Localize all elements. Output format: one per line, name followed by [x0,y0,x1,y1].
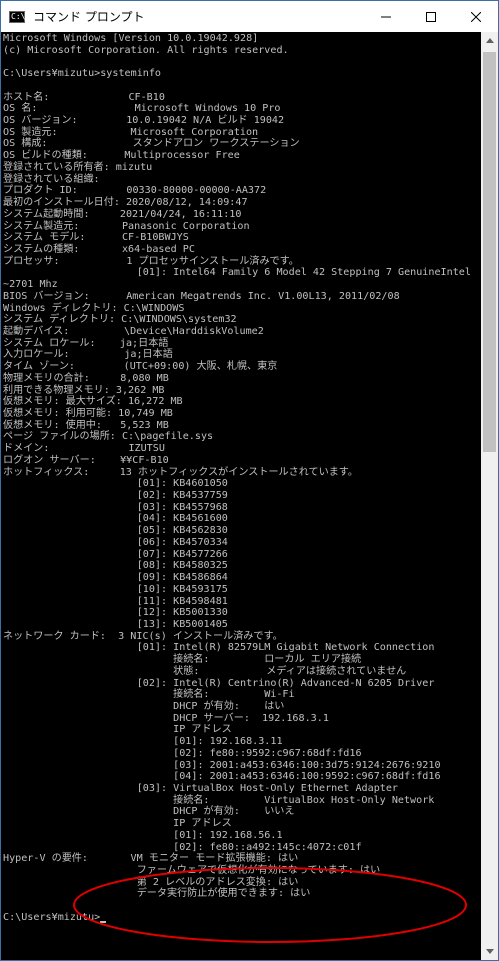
window-controls [363,1,498,32]
console-line: [12]: KB5001330 [3,607,228,619]
console-line: 起動デバイス: \Device\HarddiskVolume2 [3,325,264,337]
console-line: [03]: 2001:a453:6346:100:3d75:9124:2676:… [3,759,441,771]
console-line: [01]: Intel64 Family 6 Model 42 Stepping… [3,267,471,279]
console-line: IP アドレス [3,818,232,830]
console-line: ホスト名: CF-B10 [3,91,165,103]
console-line: [09]: KB4586864 [3,572,228,584]
console-line: OS 製造元: Microsoft Corporation [3,126,259,138]
console-line: システム起動時間: 2021/04/24, 16:11:10 [3,208,242,220]
console-line: (c) Microsoft Corporation. All rights re… [3,44,289,56]
console-line: システム製造元: Panasonic Corporation [3,220,250,232]
console-line: システム ロケール: ja;日本語 [3,337,169,349]
console-line: [02]: fe80::9592:c967:68df:fd16 [3,747,362,759]
console-line: 接続名: ローカル エリア接続 [3,654,362,666]
console-line: 状態: メディアは接続されていません [3,665,407,677]
console-line: システムの種類: x64-based PC [3,243,195,255]
console-line: 物理メモリの合計: 8,080 MB [3,372,169,384]
scrollbar-thumb[interactable] [483,52,496,452]
cmd-icon-glyph: C:\ [11,11,26,21]
command-prompt-window: C:\ コマンド プロンプト Microsoft Windows [Versio… [0,0,499,961]
scroll-down-icon[interactable] [481,943,498,960]
console-line: ネットワーク カード: 3 NIC(s) インストール済みです。 [3,630,283,642]
console-line: OS バージョン: 10.0.19042 N/A ビルド 19042 [3,115,285,127]
console-line: DHCP が有効: はい [3,700,285,712]
console-line: 登録されている組織: [3,173,100,185]
console-line: DHCP サーバー: 192.168.3.1 [3,712,329,724]
console-line: Microsoft Windows [Version 10.0.19042.92… [3,33,259,44]
console-line: [06]: KB4570334 [3,536,228,548]
vertical-scrollbar[interactable] [481,32,498,960]
console-line: DHCP が有効: いいえ [3,806,295,818]
console-line: プロセッサ: 1 プロセッサインストール済みです。 [3,255,299,267]
console-line: ファームウェアで仮想化が有効になっています: はい [3,865,381,877]
console-line: 接続名: Wi-Fi [3,689,295,701]
console-line: タイム ゾーン: (UTC+09:00) 大阪、札幌、東京 [3,361,278,373]
scroll-up-icon[interactable] [481,32,498,49]
console-line: Hyper-V の要件: VM モニター モード拡張機能: はい [3,853,299,865]
console-line: [02]: KB4537759 [3,490,228,502]
maximize-icon[interactable] [408,1,453,32]
title-bar[interactable]: C:\ コマンド プロンプト [1,1,498,32]
console-line: OS ビルドの種類: Multiprocessor Free [3,150,240,162]
close-icon[interactable] [453,1,498,32]
console-line: [02]: fe80::a492:145c:4072:c01f [3,841,362,853]
console-line: 仮想メモリ: 利用可能: 10,749 MB [3,408,173,419]
console-line: 接続名: VirtualBox Host-Only Network [3,794,435,806]
console-line: ページ ファイルの場所: C:\pagefile.sys [3,431,214,443]
console-line: 登録されている所有者: mizutu [3,161,153,173]
console-line: システム モデル: CF-B10BWJYS [3,232,189,244]
console-line: ホットフィックス: 13 ホットフィックスがインストールされています。 [3,466,358,478]
console-line: Windows ディレクトリ: C:\WINDOWS [3,302,185,314]
console-line: BIOS バージョン: American Megatrends Inc. V1.… [3,290,400,302]
console-line: [01]: KB4601050 [3,478,228,490]
console-line: 第 2 レベルのアドレス変換: はい [3,876,299,888]
console-line: 利用できる物理メモリ: 3,262 MB [3,384,165,396]
console-line: システム ディレクトリ: C:\WINDOWS\system32 [3,314,237,326]
console-line: [01]: 192.168.3.11 [3,736,283,748]
console-line: OS 名: Microsoft Windows 10 Pro [3,103,281,115]
console-line: [10]: KB4593175 [3,583,228,595]
text-cursor [100,920,107,923]
console-line: OS 構成: スタンドアロン ワークステーション [3,138,300,150]
console-line: C:\Users¥mizutu>systeminfo [3,68,162,80]
console-line: [03]: KB4557968 [3,501,228,513]
console-line: [01]: Intel(R) 82579LM Gigabit Network C… [3,642,435,654]
console-line: [07]: KB4577266 [3,548,228,560]
minimize-icon[interactable] [363,1,408,32]
console-line: 入力ロケール: ja;日本語 [3,349,173,361]
console-line: [01]: 192.168.56.1 [3,829,283,841]
console-line: ログオン サーバー: ¥¥CF-B10 [3,454,169,466]
console-line: 仮想メモリ: 最大サイズ: 16,272 MB [3,396,183,408]
console-line: 仮想メモリ: 使用中: 5,523 MB [3,419,169,431]
console-line: IP アドレス [3,724,232,736]
console-output[interactable]: Microsoft Windows [Version 10.0.19042.92… [3,32,481,961]
console-line: ドメイン: IZUTSU [3,443,165,455]
console-line: データ実行防止が使用できます: はい [3,888,311,900]
console-line: [02]: Intel(R) Centrino(R) Advanced-N 62… [3,677,435,689]
console-line: 最初のインストール日付: 2020/08/12, 14:09:47 [3,197,248,209]
console-line: [05]: KB4562830 [3,525,228,537]
console-line: [03]: VirtualBox Host-Only Ethernet Adap… [3,783,399,794]
console-line: C:\Users¥mizutu> [3,912,481,924]
console-line: [11]: KB4598481 [3,595,228,607]
console-line: [04]: 2001:a453:6346:100:9592:c967:68df:… [3,771,441,783]
console-line: [04]: KB4561600 [3,513,228,525]
window-title: コマンド プロンプト [33,10,145,24]
console-line: [08]: KB4580325 [3,560,228,572]
console-line: [13]: KB5001405 [3,618,228,630]
cmd-app-icon: C:\ [9,10,26,23]
console-line: プロダクト ID: 00330-80000-00000-AA372 [3,185,267,197]
console-line: ~2701 Mhz [3,279,58,291]
